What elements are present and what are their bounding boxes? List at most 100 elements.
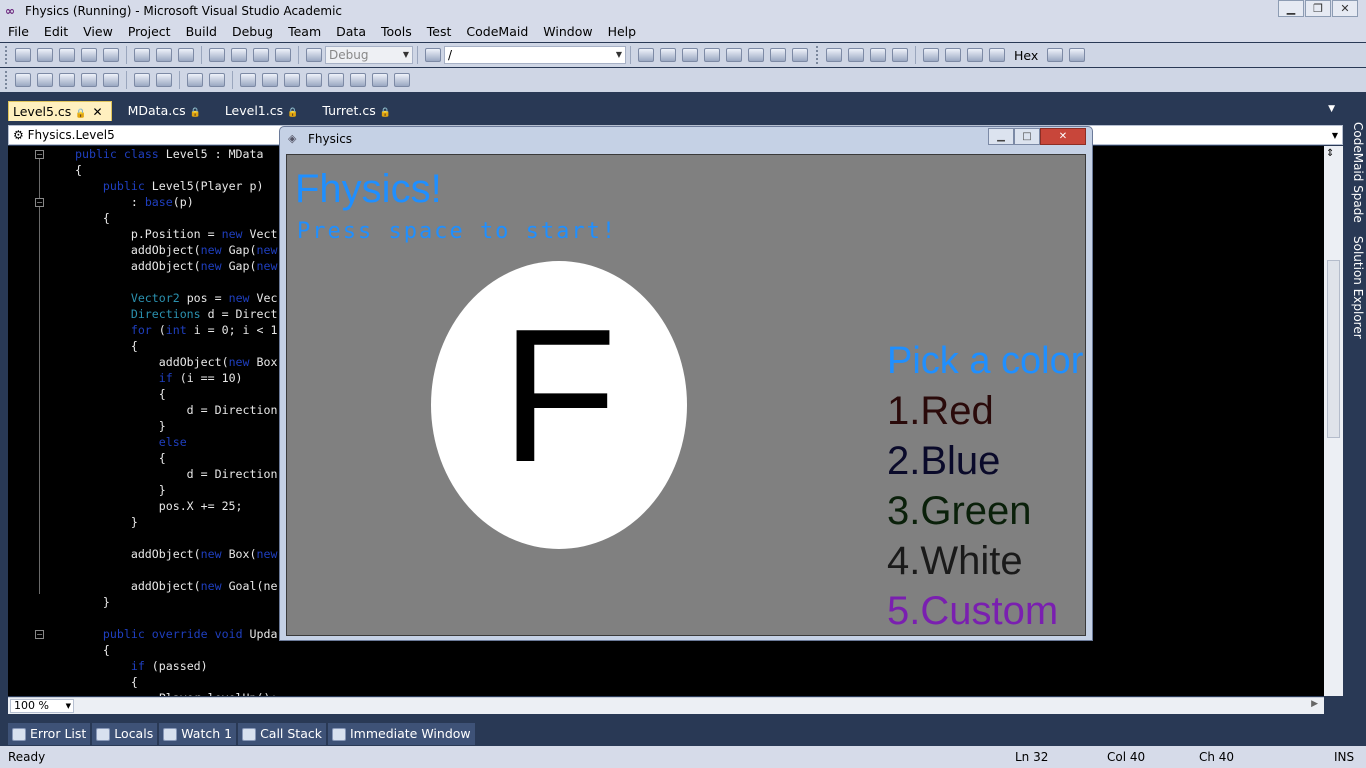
menu-help[interactable]: Help <box>604 24 644 39</box>
undo-icon[interactable] <box>209 48 225 62</box>
menu-data[interactable]: Data <box>332 24 373 39</box>
tab-mdata[interactable]: MData.cs 🔒 <box>124 101 209 121</box>
code-line[interactable]: for (int i = 0; i < 1 <box>75 322 278 338</box>
code-line[interactable]: Vector2 pos = new Vec <box>75 290 278 306</box>
tab-level1[interactable]: Level1.cs 🔒 <box>221 101 307 121</box>
sidebar-item-solution-explorer[interactable]: Solution Explorer <box>1349 236 1365 339</box>
menu-test[interactable]: Test <box>423 24 459 39</box>
stop-debugging-icon[interactable] <box>870 48 886 62</box>
open-file-icon[interactable] <box>59 48 75 62</box>
save-icon[interactable] <box>81 48 97 62</box>
new-project-icon[interactable] <box>15 48 31 62</box>
editor-vertical-scrollbar[interactable]: ⇕ <box>1324 146 1343 696</box>
color-option-white[interactable]: 4.White <box>887 539 1023 584</box>
copy-icon[interactable] <box>156 48 172 62</box>
code-line[interactable]: addObject(new Box(new <box>75 546 278 562</box>
start-page-icon[interactable] <box>770 48 786 62</box>
code-line[interactable]: { <box>75 338 277 354</box>
code-line[interactable]: { <box>75 162 277 178</box>
code-line[interactable] <box>75 610 277 626</box>
break-all-icon[interactable] <box>848 48 864 62</box>
code-line[interactable]: Directions d = Direct <box>75 306 278 322</box>
save-all-icon[interactable] <box>103 48 119 62</box>
code-line[interactable]: { <box>75 210 277 226</box>
display-object-member-list-icon[interactable] <box>15 73 31 87</box>
scrollbar-thumb[interactable] <box>1327 260 1340 438</box>
minimize-button[interactable]: ▁ <box>988 128 1014 145</box>
code-line[interactable]: p.Position = new Vect <box>75 226 278 242</box>
code-line[interactable]: d = Direction <box>75 402 278 418</box>
code-line[interactable]: pos.X += 25; <box>75 498 277 514</box>
find-in-files-icon[interactable] <box>425 48 441 62</box>
show-next-statement-icon[interactable] <box>923 48 939 62</box>
code-text[interactable]: public class Level5 : MData{ public Leve… <box>75 146 277 696</box>
code-line[interactable]: else <box>75 434 277 450</box>
tab-locals[interactable]: Locals <box>92 723 158 745</box>
extension-manager-icon[interactable] <box>748 48 764 62</box>
menu-tools[interactable]: Tools <box>377 24 419 39</box>
code-line[interactable]: { <box>75 674 277 690</box>
code-line[interactable]: d = Direction <box>75 466 278 482</box>
decrease-indent-icon[interactable] <box>103 73 119 87</box>
display-quick-info-icon[interactable] <box>59 73 75 87</box>
menu-file[interactable]: File <box>4 24 36 39</box>
tab-error-list[interactable]: Error List <box>8 723 91 745</box>
tab-immediate-window[interactable]: Immediate Window <box>327 723 475 745</box>
tab-list-dropdown-icon[interactable]: ▼ <box>1328 104 1335 114</box>
code-line[interactable]: } <box>75 418 277 434</box>
code-line[interactable]: } <box>75 594 277 610</box>
toggle-bookmark-icon[interactable] <box>240 73 256 87</box>
increase-indent-icon[interactable] <box>134 73 150 87</box>
toolbar-grip[interactable] <box>816 46 820 64</box>
breakpoints-icon[interactable] <box>1047 48 1064 62</box>
game-window[interactable]: ◈ Fhysics ▁ □ ✕ Fhysics! Press space to … <box>279 126 1093 641</box>
display-parameter-info-icon[interactable] <box>37 73 53 87</box>
previous-bookmark-in-document-icon[interactable] <box>350 73 366 87</box>
command-window-icon[interactable] <box>792 48 808 62</box>
previous-bookmark-in-folder-icon[interactable] <box>306 73 322 87</box>
color-option-custom[interactable]: 5.Custom <box>887 589 1058 634</box>
redo-icon[interactable] <box>231 48 247 62</box>
close-icon[interactable]: ✕ <box>93 105 103 119</box>
type-dropdown[interactable]: ⚙ Fhysics.Level5 <box>9 128 115 142</box>
splitter-icon[interactable]: ⇕ <box>1326 148 1334 159</box>
game-canvas[interactable]: Fhysics! Press space to start! F Pick a … <box>286 154 1086 636</box>
code-line[interactable]: public class Level5 : MData <box>75 146 277 162</box>
menu-codemaid[interactable]: CodeMaid <box>462 24 535 39</box>
code-line[interactable]: { <box>75 642 277 658</box>
tab-watch-1[interactable]: Watch 1 <box>159 723 237 745</box>
previous-bookmark-icon[interactable] <box>262 73 278 87</box>
menu-build[interactable]: Build <box>182 24 224 39</box>
start-debugging-icon[interactable] <box>306 48 322 62</box>
collapse-icon[interactable]: − <box>35 630 44 639</box>
add-item-icon[interactable] <box>37 48 53 62</box>
navigate-forward-icon[interactable] <box>275 48 291 62</box>
continue-icon[interactable] <box>826 48 842 62</box>
tools-icon[interactable] <box>726 48 742 62</box>
code-line[interactable]: addObject(new Goal(ne <box>75 578 278 594</box>
code-line[interactable]: addObject(new Gap(new <box>75 258 278 274</box>
code-line[interactable]: { <box>75 386 277 402</box>
code-line[interactable]: public Level5(Player p) <box>75 178 277 194</box>
next-bookmark-in-folder-icon[interactable] <box>328 73 344 87</box>
tab-level5[interactable]: Level5.cs 🔒 ✕ <box>8 101 112 121</box>
code-line[interactable]: : base(p) <box>75 194 277 210</box>
cut-icon[interactable] <box>134 48 150 62</box>
uncomment-icon[interactable] <box>209 73 225 87</box>
tab-call-stack[interactable]: Call Stack <box>238 723 326 745</box>
menu-view[interactable]: View <box>79 24 120 39</box>
object-browser-icon[interactable] <box>682 48 698 62</box>
game-window-titlebar[interactable]: ◈ Fhysics ▁ □ ✕ <box>280 127 1092 151</box>
comment-out-icon[interactable] <box>187 73 203 87</box>
color-option-green[interactable]: 3.Green <box>887 489 1032 534</box>
code-line[interactable] <box>75 530 277 546</box>
next-bookmark-icon[interactable] <box>284 73 300 87</box>
code-line[interactable]: addObject(new Gap(new <box>75 242 278 258</box>
code-line[interactable]: if (passed) <box>75 658 277 674</box>
code-line[interactable]: addObject(new Box <box>75 354 278 370</box>
solution-explorer-icon[interactable] <box>638 48 654 62</box>
step-over-icon[interactable] <box>967 48 983 62</box>
outdent-icon[interactable] <box>156 73 172 87</box>
step-out-icon[interactable] <box>989 48 1005 62</box>
step-into-icon[interactable] <box>945 48 961 62</box>
